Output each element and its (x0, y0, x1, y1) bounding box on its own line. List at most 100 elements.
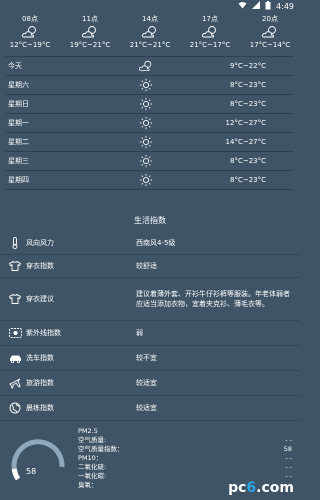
shirt-icon (8, 259, 22, 273)
aqi-label: 空气质量: (78, 436, 107, 444)
aqi-label: PM10： (78, 454, 103, 462)
life-index-row[interactable]: 旅游指数 较适宜 (0, 371, 300, 396)
uv-icon (8, 326, 22, 340)
hour-time: 08点 (22, 15, 38, 23)
hour-time: 20点 (262, 15, 278, 23)
day-name: 星期六 (8, 81, 29, 89)
partly-cloudy-icon (21, 26, 36, 38)
globe-icon (8, 401, 22, 415)
hour-time: 14点 (142, 15, 158, 23)
sun-icon (139, 78, 153, 92)
aqi-detail-row: PM10： - - (78, 454, 292, 463)
daily-row[interactable]: 今天 9°C~22°C (6, 56, 294, 76)
day-temp: 8°C~23°C (229, 176, 266, 184)
hour-time: 11点 (82, 15, 98, 23)
status-bar: 4:49 (0, 0, 300, 12)
aqi-detail-value: - - (285, 454, 292, 462)
hourly-item: 17点 21°C~17°C (180, 14, 240, 56)
hourly-item: 14点 21°C~21°C (120, 14, 180, 56)
life-index-value: 较适宜 (136, 379, 157, 387)
aqi-label: 空气质量指数： (78, 445, 124, 453)
hourly-forecast: 08点 12°C~19°C 11点 19°C~21°C 14点 21°C~21°… (0, 12, 300, 56)
daily-forecast: 今天 9°C~22°C 星期六 8°C~23°C 星期日 8°C~23°C 星期… (0, 56, 300, 190)
daily-row[interactable]: 星期四 8°C~23°C (6, 171, 294, 190)
aqi-detail-value (262, 427, 292, 436)
daily-row[interactable]: 星期三 8°C~23°C (6, 152, 294, 171)
weather-screen: 4:49 08点 12°C~19°C 11点 19°C~21°C 14点 21°… (0, 0, 300, 500)
life-index-label: 晨练指数 (26, 404, 54, 412)
life-index-label: 穿衣指数 (26, 262, 54, 270)
hour-temp: 19°C~21°C (69, 41, 111, 49)
day-temp: 8°C~23°C (229, 81, 266, 89)
daily-row[interactable]: 星期六 8°C~23°C (6, 76, 294, 95)
aqi-detail-row: 二氧化硫: - - (78, 463, 292, 472)
aqi-value: 58 (26, 467, 37, 476)
day-temp: 8°C~23°C (229, 157, 266, 165)
aqi-detail-value: 58 (283, 445, 292, 453)
signal-icon (252, 1, 261, 11)
hour-temp: 21°C~17°C (189, 41, 231, 49)
life-index-value: 弱 (136, 329, 143, 337)
hourly-item: 20点 17°C~14°C (240, 14, 300, 56)
aqi-gauge-fill (11, 468, 21, 481)
hour-time: 17点 (202, 15, 218, 23)
day-name: 星期一 (8, 119, 29, 127)
day-name: 星期日 (8, 100, 29, 108)
life-index-value: 较舒适 (136, 262, 157, 270)
life-index-row[interactable]: 晨练指数 较适宜 (0, 396, 300, 421)
aqi-detail-value: - - (285, 463, 292, 471)
life-index-value: 西南风4-5级 (136, 239, 176, 247)
shirt-icon (8, 292, 22, 306)
life-index-list: 风向风力 西南风4-5级 穿衣指数 较舒适 穿衣建议 建议着薄外套、开衫牛仔衫裤… (0, 232, 300, 421)
aqi-label: 二氧化硫: (78, 463, 107, 471)
status-time: 4:49 (276, 1, 294, 11)
day-name: 星期二 (8, 138, 29, 146)
partly-cloudy-icon (141, 26, 156, 38)
life-index-label: 紫外线指数 (26, 329, 61, 337)
life-index-label: 旅游指数 (26, 379, 54, 387)
life-index-row[interactable]: 紫外线指数 弱 (0, 321, 300, 346)
wifi-icon (238, 1, 247, 11)
day-name: 星期三 (8, 157, 29, 165)
daily-row[interactable]: 星期二 14°C~27°C (6, 133, 294, 152)
car-icon (8, 351, 22, 365)
life-index-row[interactable]: 风向风力 西南风4-5级 (0, 232, 300, 255)
life-index-label: 风向风力 (26, 239, 54, 247)
life-index-value: 较不宜 (136, 354, 157, 362)
partly-cloudy-icon (81, 26, 96, 38)
daily-row[interactable]: 星期日 8°C~23°C (6, 95, 294, 114)
day-temp: 14°C~27°C (225, 138, 266, 146)
plane-icon (8, 376, 22, 390)
hourly-item: 11点 19°C~21°C (60, 14, 120, 56)
partly-cloudy-icon (201, 26, 216, 38)
sun-icon (139, 97, 153, 111)
partly-cloudy-icon (138, 60, 152, 71)
life-index-value: 较适宜 (136, 404, 157, 412)
thermometer-icon (8, 236, 22, 250)
life-index-label: 穿衣建议 (26, 295, 54, 303)
site-watermark: pc6.com (228, 480, 294, 496)
day-name: 今天 (8, 62, 22, 70)
watermark-part: .com (256, 480, 294, 496)
life-index-row[interactable]: 穿衣指数 较舒适 (0, 255, 300, 278)
life-index-row[interactable]: 洗车指数 较不宜 (0, 346, 300, 371)
watermark-part: 6 (246, 480, 257, 496)
life-index-row[interactable]: 穿衣建议 建议着薄外套、开衫牛仔衫裤等服装。年老体弱者应适当添加衣物，宜着夹克衫… (0, 278, 300, 321)
sun-icon (139, 154, 153, 168)
day-temp: 12°C~27°C (225, 119, 266, 127)
day-temp: 8°C~23°C (229, 100, 266, 108)
battery-icon (265, 0, 271, 12)
daily-row[interactable]: 星期一 12°C~27°C (6, 114, 294, 133)
hour-temp: 17°C~14°C (249, 41, 291, 49)
aqi-gauge-track (11, 439, 65, 481)
aqi-detail-row: 空气质量: - - (78, 436, 292, 445)
hour-temp: 12°C~19°C (9, 41, 51, 49)
hour-temp: 21°C~21°C (129, 41, 171, 49)
sun-icon (139, 116, 153, 130)
hourly-item: 08点 12°C~19°C (0, 14, 60, 56)
aqi-detail-value: - - (285, 436, 292, 444)
aqi-detail-row: PM2.5 (78, 427, 292, 436)
sun-icon (139, 173, 153, 187)
aqi-label: PM2.5 (78, 427, 98, 435)
aqi-gauge: 58 (8, 427, 74, 489)
